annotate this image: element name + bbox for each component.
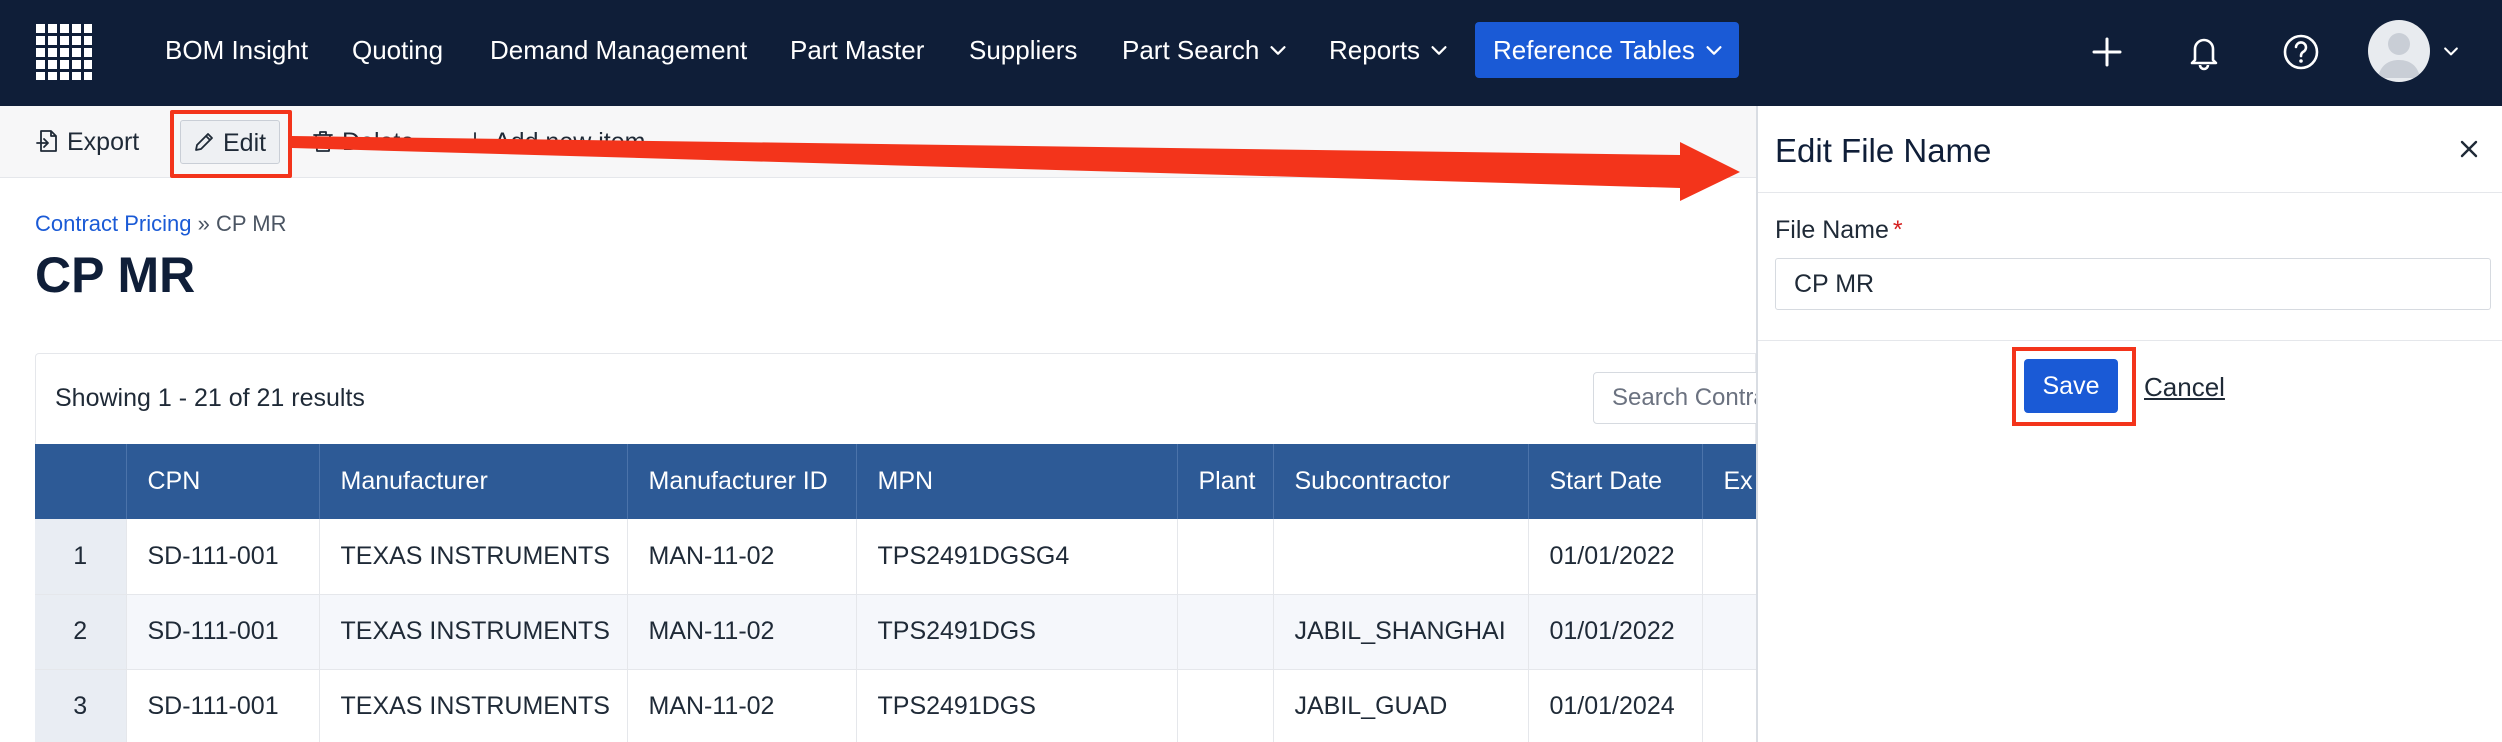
cell-manufacturer: TEXAS INSTRUMENTS (319, 669, 628, 742)
row-index: 1 (35, 519, 127, 595)
nav-item-demand-management[interactable]: Demand Management (490, 0, 747, 106)
nav-item-bom-insight[interactable]: BOM Insight (165, 0, 308, 106)
delete-button[interactable]: Delete (310, 120, 414, 164)
save-button[interactable]: Save (2024, 359, 2118, 413)
cell-subcontractor: JABIL_SHANGHAI (1273, 594, 1529, 670)
cell-manufacturer-id: MAN-11-02 (627, 519, 857, 595)
close-icon[interactable] (2452, 132, 2486, 166)
required-mark: * (1892, 216, 1903, 244)
add-new-item-label: Add new item (494, 128, 646, 156)
cell-mpn: TPS2491DGSG4 (856, 519, 1178, 595)
cell-plant (1177, 669, 1274, 742)
panel-divider (1758, 192, 2502, 193)
nav-item-label: Part Search (1122, 35, 1260, 65)
nav-item-label: Reports (1329, 35, 1421, 65)
cell-mpn: TPS2491DGS (856, 669, 1178, 742)
data-table-container: CPN Manufacturer Manufacturer ID MPN Pla… (35, 444, 1756, 742)
results-card: Showing 1 - 21 of 21 results (35, 353, 1793, 445)
row-index: 2 (35, 594, 127, 670)
plus-icon (466, 131, 484, 150)
export-icon (36, 129, 57, 152)
toolbar: Export Edit Delete Add new item (0, 106, 1756, 178)
page-title: CP MR (35, 247, 196, 303)
edit-file-name-panel: Edit File Name File Name* Save Cancel (1756, 106, 2502, 742)
cell-cpn: SD-111-001 (126, 594, 320, 670)
edit-button[interactable]: Edit (180, 120, 280, 164)
nav-item-part-search[interactable]: Part Search (1122, 0, 1289, 106)
export-button[interactable]: Export (35, 120, 139, 164)
help-icon[interactable] (2276, 27, 2326, 77)
file-name-label: File Name * (1775, 216, 1903, 245)
cell-extra (1702, 594, 1756, 670)
nav-item-label: Quoting (352, 35, 444, 65)
table-row[interactable]: 3 SD-111-001 TEXAS INSTRUMENTS MAN-11-02… (35, 669, 1756, 742)
nav-item-reports[interactable]: Reports (1329, 0, 1450, 106)
cell-manufacturer-id: MAN-11-02 (627, 594, 857, 670)
nav-item-label: BOM Insight (165, 35, 309, 65)
pencil-icon (195, 132, 213, 151)
breadcrumb-separator: » (197, 211, 210, 236)
bell-icon[interactable] (2179, 27, 2229, 77)
column-header-ex[interactable]: Ex (1702, 444, 1756, 519)
column-header-subcontractor[interactable]: Subcontractor (1273, 444, 1529, 519)
chevron-down-icon (1706, 46, 1722, 55)
cell-manufacturer: TEXAS INSTRUMENTS (319, 594, 628, 670)
cell-extra (1702, 519, 1756, 595)
delete-label: Delete (342, 128, 415, 156)
chevron-down-icon (1270, 46, 1286, 55)
user-avatar-icon[interactable] (2368, 20, 2430, 82)
nav-item-reference-tables[interactable]: Reference Tables (1475, 22, 1739, 78)
column-header-plant[interactable]: Plant (1177, 444, 1274, 519)
grid-logo-icon[interactable] (34, 22, 94, 82)
cell-subcontractor (1273, 519, 1529, 595)
export-label: Export (67, 128, 140, 156)
plus-icon[interactable] (2082, 27, 2132, 77)
nav-item-label: Part Master (790, 35, 925, 65)
table-row[interactable]: 2 SD-111-001 TEXAS INSTRUMENTS MAN-11-02… (35, 594, 1756, 670)
breadcrumb-parent-link[interactable]: Contract Pricing (35, 211, 192, 236)
data-table: CPN Manufacturer Manufacturer ID MPN Pla… (35, 444, 1756, 742)
nav-item-label: Reference Tables (1493, 35, 1695, 65)
column-header-manufacturer-id[interactable]: Manufacturer ID (627, 444, 857, 519)
cell-start-date: 01/01/2022 (1528, 519, 1703, 595)
cell-start-date: 01/01/2024 (1528, 669, 1703, 742)
nav-item-suppliers[interactable]: Suppliers (969, 0, 1077, 106)
cell-extra (1702, 669, 1756, 742)
cell-cpn: SD-111-001 (126, 669, 320, 742)
cell-plant (1177, 594, 1274, 670)
cell-mpn: TPS2491DGS (856, 594, 1178, 670)
chevron-down-icon (1431, 46, 1447, 55)
edit-label: Edit (223, 129, 267, 157)
cell-subcontractor: JABIL_GUAD (1273, 669, 1529, 742)
cell-start-date: 01/01/2022 (1528, 594, 1703, 670)
file-name-label-text: File Name (1775, 216, 1889, 244)
nav-item-label: Demand Management (490, 35, 748, 65)
breadcrumb-current: CP MR (216, 211, 287, 236)
trash-icon (313, 130, 333, 152)
table-header-row: CPN Manufacturer Manufacturer ID MPN Pla… (35, 444, 1756, 519)
cell-cpn: SD-111-001 (126, 519, 320, 595)
add-new-item-button[interactable]: Add new item (462, 120, 645, 164)
row-index: 3 (35, 669, 127, 742)
chevron-down-icon[interactable] (2441, 41, 2461, 61)
results-summary: Showing 1 - 21 of 21 results (55, 384, 365, 412)
column-header-mpn[interactable]: MPN (856, 444, 1178, 519)
top-navigation-bar: BOM Insight Quoting Demand Management Pa… (0, 0, 2502, 106)
column-header-index (35, 444, 127, 519)
panel-divider (1758, 340, 2502, 341)
nav-item-label: Suppliers (969, 35, 1078, 65)
cell-manufacturer: TEXAS INSTRUMENTS (319, 519, 628, 595)
nav-item-quoting[interactable]: Quoting (352, 0, 443, 106)
column-header-manufacturer[interactable]: Manufacturer (319, 444, 628, 519)
column-header-cpn[interactable]: CPN (126, 444, 320, 519)
table-row[interactable]: 1 SD-111-001 TEXAS INSTRUMENTS MAN-11-02… (35, 519, 1756, 595)
panel-title: Edit File Name (1775, 132, 1992, 169)
column-header-start-date[interactable]: Start Date (1528, 444, 1703, 519)
cell-manufacturer-id: MAN-11-02 (627, 669, 857, 742)
cell-plant (1177, 519, 1274, 595)
nav-item-part-master[interactable]: Part Master (790, 0, 924, 106)
breadcrumb: Contract Pricing » CP MR (35, 211, 287, 237)
file-name-input[interactable] (1775, 258, 2491, 310)
cancel-link[interactable]: Cancel (2144, 372, 2225, 403)
